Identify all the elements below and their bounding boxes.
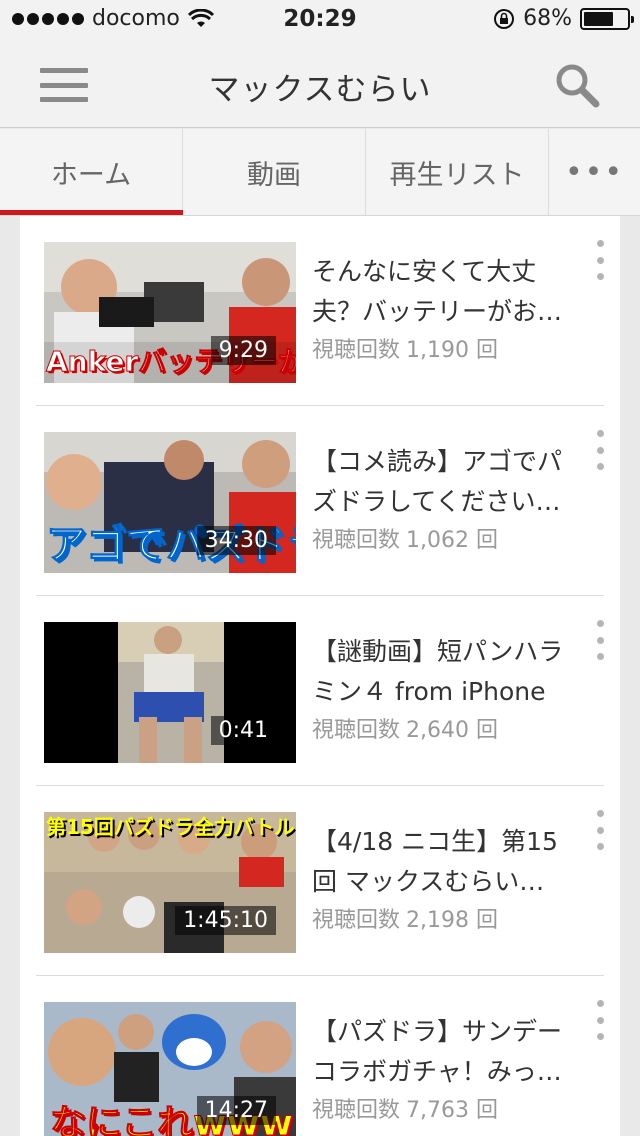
- video-duration: 0:41: [210, 716, 276, 745]
- video-title-line2: 回 マックスむらい…: [312, 867, 545, 896]
- video-title-line1: 【コメ読み】アゴでパ: [312, 447, 563, 476]
- more-options-icon[interactable]: [590, 430, 610, 470]
- view-count-value: 7,763 回: [406, 1098, 498, 1123]
- status-bar: docomo 20:29 68%: [0, 0, 640, 40]
- more-options-icon[interactable]: [590, 620, 610, 660]
- battery-level: [584, 11, 613, 26]
- view-count-label: 視聴回数: [312, 908, 401, 933]
- video-title-line1: そんなに安くて大丈: [312, 257, 537, 286]
- view-count-value: 2,640 回: [406, 718, 498, 743]
- app-bar: マックスむらい: [0, 40, 640, 128]
- video-title[interactable]: 【コメ読み】アゴでパ ズドラしてください…: [312, 442, 584, 522]
- video-list: Ankerバッテリーが安い! 9:29 そんなに安くて大丈 夫？バッテリーがお……: [20, 216, 620, 1136]
- video-duration: 9:29: [210, 336, 276, 365]
- video-title-line2: ズドラしてください…: [312, 487, 561, 516]
- channel-tabs: ホーム 動画 再生リスト •••: [0, 129, 640, 216]
- video-duration: 1:45:10: [175, 906, 276, 935]
- list-item[interactable]: アゴでパズドラ 34:30 【コメ読み】アゴでパ ズドラしてください… 視聴回数…: [20, 406, 620, 596]
- video-title[interactable]: そんなに安くて大丈 夫？バッテリーがお…: [312, 252, 584, 332]
- video-duration: 14:27: [196, 1096, 276, 1125]
- tab-playlists[interactable]: 再生リスト: [366, 129, 549, 215]
- video-thumbnail[interactable]: Ankerバッテリーが安い! 9:29: [44, 242, 296, 383]
- more-options-icon[interactable]: [590, 810, 610, 850]
- video-title[interactable]: 【4/18 ニコ生】第15 回 マックスむらい…: [312, 822, 584, 902]
- tab-home[interactable]: ホーム: [0, 129, 183, 215]
- battery-percent: 68%: [523, 6, 572, 31]
- view-count-label: 視聴回数: [312, 1098, 401, 1123]
- video-title-line1: 【4/18 ニコ生】第15: [312, 827, 558, 856]
- channel-title: マックスむらい: [208, 72, 432, 108]
- video-thumbnail[interactable]: 第15回パズドラ全力バトル 1:45:10: [44, 812, 296, 953]
- view-count: 視聴回数 1,062 回: [312, 522, 504, 554]
- thumbnail-caption: 第15回パズドラ全力バトル: [46, 815, 295, 839]
- video-title-line2: ミン４ from iPhone: [312, 677, 546, 706]
- video-thumbnail[interactable]: なにこれwww 14:27: [44, 1002, 296, 1136]
- rotation-lock-icon: [494, 8, 515, 29]
- view-count: 視聴回数 2,640 回: [312, 712, 504, 744]
- more-options-icon[interactable]: [590, 240, 610, 280]
- video-title-line2: 夫？バッテリーがお…: [312, 297, 563, 326]
- view-count-value: 1,190 回: [406, 338, 498, 363]
- tab-videos[interactable]: 動画: [183, 129, 366, 215]
- video-title-line1: 【パズドラ】サンデー: [312, 1017, 563, 1046]
- view-count: 視聴回数 7,763 回: [312, 1092, 504, 1124]
- tab-more[interactable]: •••: [549, 129, 640, 215]
- view-count: 視聴回数 1,190 回: [312, 332, 504, 364]
- view-count-value: 1,062 回: [406, 528, 498, 553]
- view-count: 視聴回数 2,198 回: [312, 902, 504, 934]
- status-right: 68%: [493, 6, 634, 31]
- view-count-value: 2,198 回: [406, 908, 498, 933]
- video-thumbnail[interactable]: 0:41: [44, 622, 296, 763]
- battery-icon: [580, 7, 634, 30]
- video-title[interactable]: 【謎動画】短パンハラ ミン４ from iPhone: [312, 632, 584, 712]
- more-options-icon[interactable]: [590, 1000, 610, 1040]
- view-count-label: 視聴回数: [312, 338, 401, 363]
- list-item[interactable]: 第15回パズドラ全力バトル 1:45:10 【4/18 ニコ生】第15 回 マッ…: [20, 786, 620, 976]
- video-duration: 34:30: [196, 526, 276, 555]
- video-title-line2: コラボガチャ！みっ…: [312, 1057, 562, 1086]
- video-thumbnail[interactable]: アゴでパズドラ 34:30: [44, 432, 296, 573]
- video-title[interactable]: 【パズドラ】サンデー コラボガチャ！みっ…: [312, 1012, 584, 1092]
- list-item[interactable]: なにこれwww 14:27 【パズドラ】サンデー コラボガチャ！みっ… 視聴回数…: [20, 976, 620, 1136]
- video-title-line1: 【謎動画】短パンハラ: [312, 637, 564, 666]
- list-item[interactable]: Ankerバッテリーが安い! 9:29 そんなに安くて大丈 夫？バッテリーがお……: [20, 216, 620, 406]
- list-item[interactable]: 0:41 【謎動画】短パンハラ ミン４ from iPhone 視聴回数 2,64…: [20, 596, 620, 786]
- view-count-label: 視聴回数: [312, 528, 401, 553]
- search-icon[interactable]: [552, 60, 602, 110]
- view-count-label: 視聴回数: [312, 718, 401, 743]
